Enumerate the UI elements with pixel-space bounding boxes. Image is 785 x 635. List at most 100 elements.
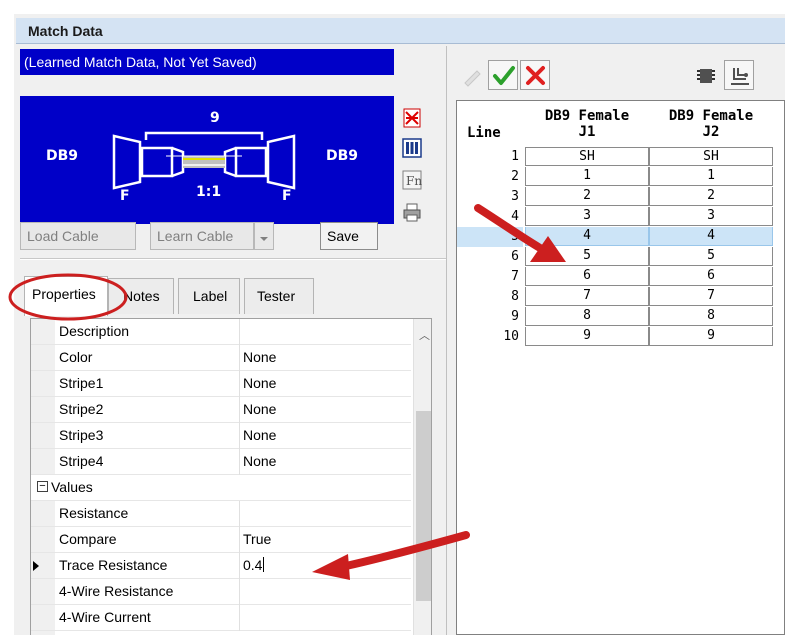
j1-title: DB9 Female: [544, 108, 630, 124]
table-row[interactable]: 7 6 6: [457, 267, 785, 287]
load-cable-button[interactable]: Load Cable: [20, 222, 136, 250]
print-icon[interactable]: [400, 200, 424, 224]
property-row-stripe4[interactable]: Stripe4 None: [31, 449, 411, 475]
line-number: 8: [511, 289, 519, 304]
j1-cell[interactable]: SH: [525, 147, 649, 166]
tab-label[interactable]: Label: [178, 278, 240, 314]
screen-top-edge: [0, 0, 785, 14]
j1-cell[interactable]: 1: [525, 167, 649, 186]
j2-cell[interactable]: 3: [649, 207, 773, 226]
j2-title: DB9 Female: [668, 108, 754, 124]
tab-properties[interactable]: Properties: [24, 276, 108, 316]
table-row[interactable]: 10 9 9: [457, 327, 785, 347]
j1-cell[interactable]: 4: [525, 227, 649, 246]
property-name: Stripe2: [59, 401, 104, 417]
column-divider: [239, 605, 240, 631]
edit-icon[interactable]: [456, 60, 486, 90]
j2-cell[interactable]: 2: [649, 187, 773, 206]
property-row-stripe2[interactable]: Stripe2 None: [31, 397, 411, 423]
j1-cell[interactable]: 7: [525, 287, 649, 306]
property-row-trace-resistance[interactable]: Trace Resistance 0.4: [31, 553, 411, 579]
property-row-stripe1[interactable]: Stripe1 None: [31, 371, 411, 397]
panel-separator: [20, 258, 446, 260]
j1-cell[interactable]: 3: [525, 207, 649, 226]
line-number: 2: [511, 169, 519, 184]
property-name: Stripe3: [59, 427, 104, 443]
table-row[interactable]: 3 2 2: [457, 187, 785, 207]
j1-cell[interactable]: 6: [525, 267, 649, 286]
property-name: 4-Wire Resistance: [59, 583, 174, 599]
learn-cable-dropdown[interactable]: [254, 222, 274, 250]
j2-cell[interactable]: 6: [649, 267, 773, 286]
property-row-compare[interactable]: Compare True: [31, 527, 411, 553]
scrollbar-thumb[interactable]: [416, 411, 431, 601]
j2-cell[interactable]: 8: [649, 307, 773, 326]
property-row-stripe3[interactable]: Stripe3 None: [31, 423, 411, 449]
j2-cell[interactable]: SH: [649, 147, 773, 166]
scroll-up-icon[interactable]: ︿: [419, 327, 430, 343]
column-header-j1[interactable]: DB9 Female J1: [525, 101, 649, 147]
collapse-icon[interactable]: −: [37, 481, 48, 492]
column-divider: [239, 397, 240, 423]
property-name: Resistance: [59, 505, 129, 521]
table-row[interactable]: 4 3 3: [457, 207, 785, 227]
property-grid-scrollbar[interactable]: ︿: [413, 319, 431, 635]
column-header-j2[interactable]: DB9 Female J2: [649, 101, 773, 147]
j1-cell[interactable]: 8: [525, 307, 649, 326]
connector-icon[interactable]: [690, 60, 720, 90]
property-value[interactable]: None: [243, 375, 276, 391]
property-row-color[interactable]: Color None: [31, 345, 411, 371]
table-row[interactable]: 6 5 5: [457, 247, 785, 267]
function-icon[interactable]: Fn: [400, 168, 424, 192]
j2-cell[interactable]: 5: [649, 247, 773, 266]
column-divider: [239, 319, 240, 345]
property-row-4-wire-current[interactable]: 4-Wire Current: [31, 605, 411, 631]
property-value[interactable]: None: [243, 349, 276, 365]
trace-resistance-input[interactable]: 0.4: [243, 557, 265, 573]
cable-button-row: Load Cable Learn Cable Save: [20, 222, 394, 252]
right-connector-type: DB9: [326, 148, 359, 164]
property-value[interactable]: None: [243, 453, 276, 469]
learn-cable-button[interactable]: Learn Cable: [150, 222, 254, 250]
j1-cell[interactable]: 5: [525, 247, 649, 266]
j2-cell[interactable]: 9: [649, 327, 773, 346]
table-row[interactable]: 1 SH SH: [457, 147, 785, 167]
accept-icon[interactable]: [488, 60, 518, 90]
left-connector-type: DB9: [46, 148, 79, 164]
list-view-icon[interactable]: [400, 136, 424, 160]
j1-cell[interactable]: 2: [525, 187, 649, 206]
table-row-selected[interactable]: 5 4 4: [457, 227, 785, 247]
property-value[interactable]: None: [243, 401, 276, 417]
right-connector-gender: F: [282, 188, 292, 204]
property-name: Color: [59, 349, 93, 365]
wiring-icon[interactable]: [724, 60, 754, 90]
category-name: Values: [51, 479, 93, 495]
j2-cell[interactable]: 1: [649, 167, 773, 186]
j1-cell[interactable]: 9: [525, 327, 649, 346]
column-divider: [239, 423, 240, 449]
property-value[interactable]: True: [243, 531, 271, 547]
j2-cell[interactable]: 7: [649, 287, 773, 306]
window-title: Match Data: [28, 23, 103, 39]
property-value[interactable]: None: [243, 427, 276, 443]
property-row-4-wire-resistance[interactable]: 4-Wire Resistance: [31, 579, 411, 605]
property-name: Trace Resistance: [59, 557, 168, 573]
column-header-line[interactable]: Line: [457, 101, 525, 147]
property-row-description[interactable]: Description: [31, 319, 411, 345]
property-category-values[interactable]: − Values: [31, 475, 411, 501]
compare-icon[interactable]: [400, 106, 424, 130]
tab-notes[interactable]: Notes: [108, 278, 174, 314]
table-row[interactable]: 2 1 1: [457, 167, 785, 187]
trace-resistance-value: 0.4: [243, 557, 263, 573]
table-row[interactable]: 8 7 7: [457, 287, 785, 307]
j2-cell[interactable]: 4: [649, 227, 773, 246]
left-panel: (Learned Match Data, Not Yet Saved) 9 DB…: [16, 46, 446, 635]
reject-icon[interactable]: [520, 60, 550, 90]
table-row[interactable]: 9 8 8: [457, 307, 785, 327]
property-name: 4-Wire Current: [59, 609, 151, 625]
column-divider: [239, 553, 240, 579]
right-panel: Line DB9 Female J1 DB9 Female J2 1 SH SH…: [452, 46, 785, 635]
tab-tester[interactable]: Tester: [244, 278, 314, 314]
property-row-resistance[interactable]: Resistance: [31, 501, 411, 527]
save-button[interactable]: Save: [320, 222, 378, 250]
